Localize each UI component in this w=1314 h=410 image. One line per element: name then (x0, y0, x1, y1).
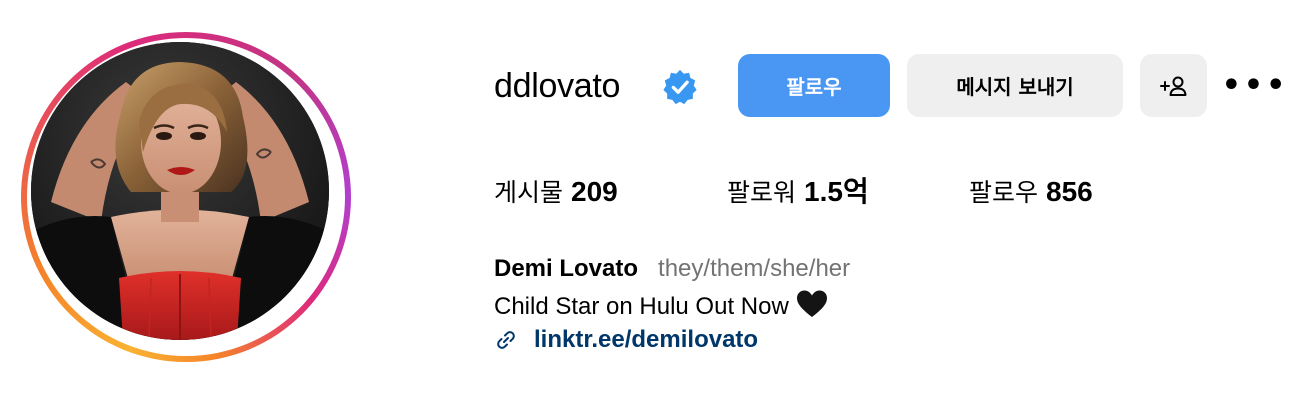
black-heart-icon (796, 290, 827, 317)
suggest-similar-accounts-button[interactable] (1140, 54, 1207, 117)
external-link[interactable]: linktr.ee/demilovato (534, 326, 758, 354)
profile-username: ddlovato (494, 67, 621, 105)
bio-text: Child Star on Hulu Out Now (494, 293, 789, 320)
bio-text-line: Child Star on Hulu Out Now (494, 288, 829, 323)
avatar-portrait-image (31, 42, 329, 340)
posts-label: 게시물 (494, 178, 564, 207)
followers-count-link[interactable]: 팔로워 1.5억 (727, 172, 869, 213)
bio-link-row[interactable]: linktr.ee/demilovato (494, 324, 758, 356)
link-icon (497, 331, 515, 349)
posts-count: 게시물 209 (494, 172, 618, 213)
more-options-icon: ••• (1221, 68, 1289, 103)
verified-badge-icon (663, 69, 697, 105)
followers-label: 팔로워 (727, 178, 797, 207)
followers-value: 1.5억 (804, 176, 869, 207)
send-message-button[interactable]: 메시지 보내기 (907, 54, 1123, 117)
follow-button[interactable]: 팔로우 (738, 54, 890, 117)
more-options-button[interactable]: ••• (1222, 54, 1286, 117)
add-user-icon (1159, 76, 1186, 96)
bio-header: Demi Lovato they/them/she/her (494, 254, 850, 284)
display-name: Demi Lovato (494, 255, 639, 282)
posts-value: 209 (571, 176, 618, 207)
following-count-link[interactable]: 팔로우 856 (969, 172, 1093, 213)
profile-avatar[interactable] (31, 42, 329, 340)
following-label: 팔로우 (969, 178, 1039, 207)
pronouns: they/them/she/her (658, 255, 851, 282)
profile-avatar-story-ring[interactable] (21, 32, 351, 362)
following-value: 856 (1046, 176, 1093, 207)
